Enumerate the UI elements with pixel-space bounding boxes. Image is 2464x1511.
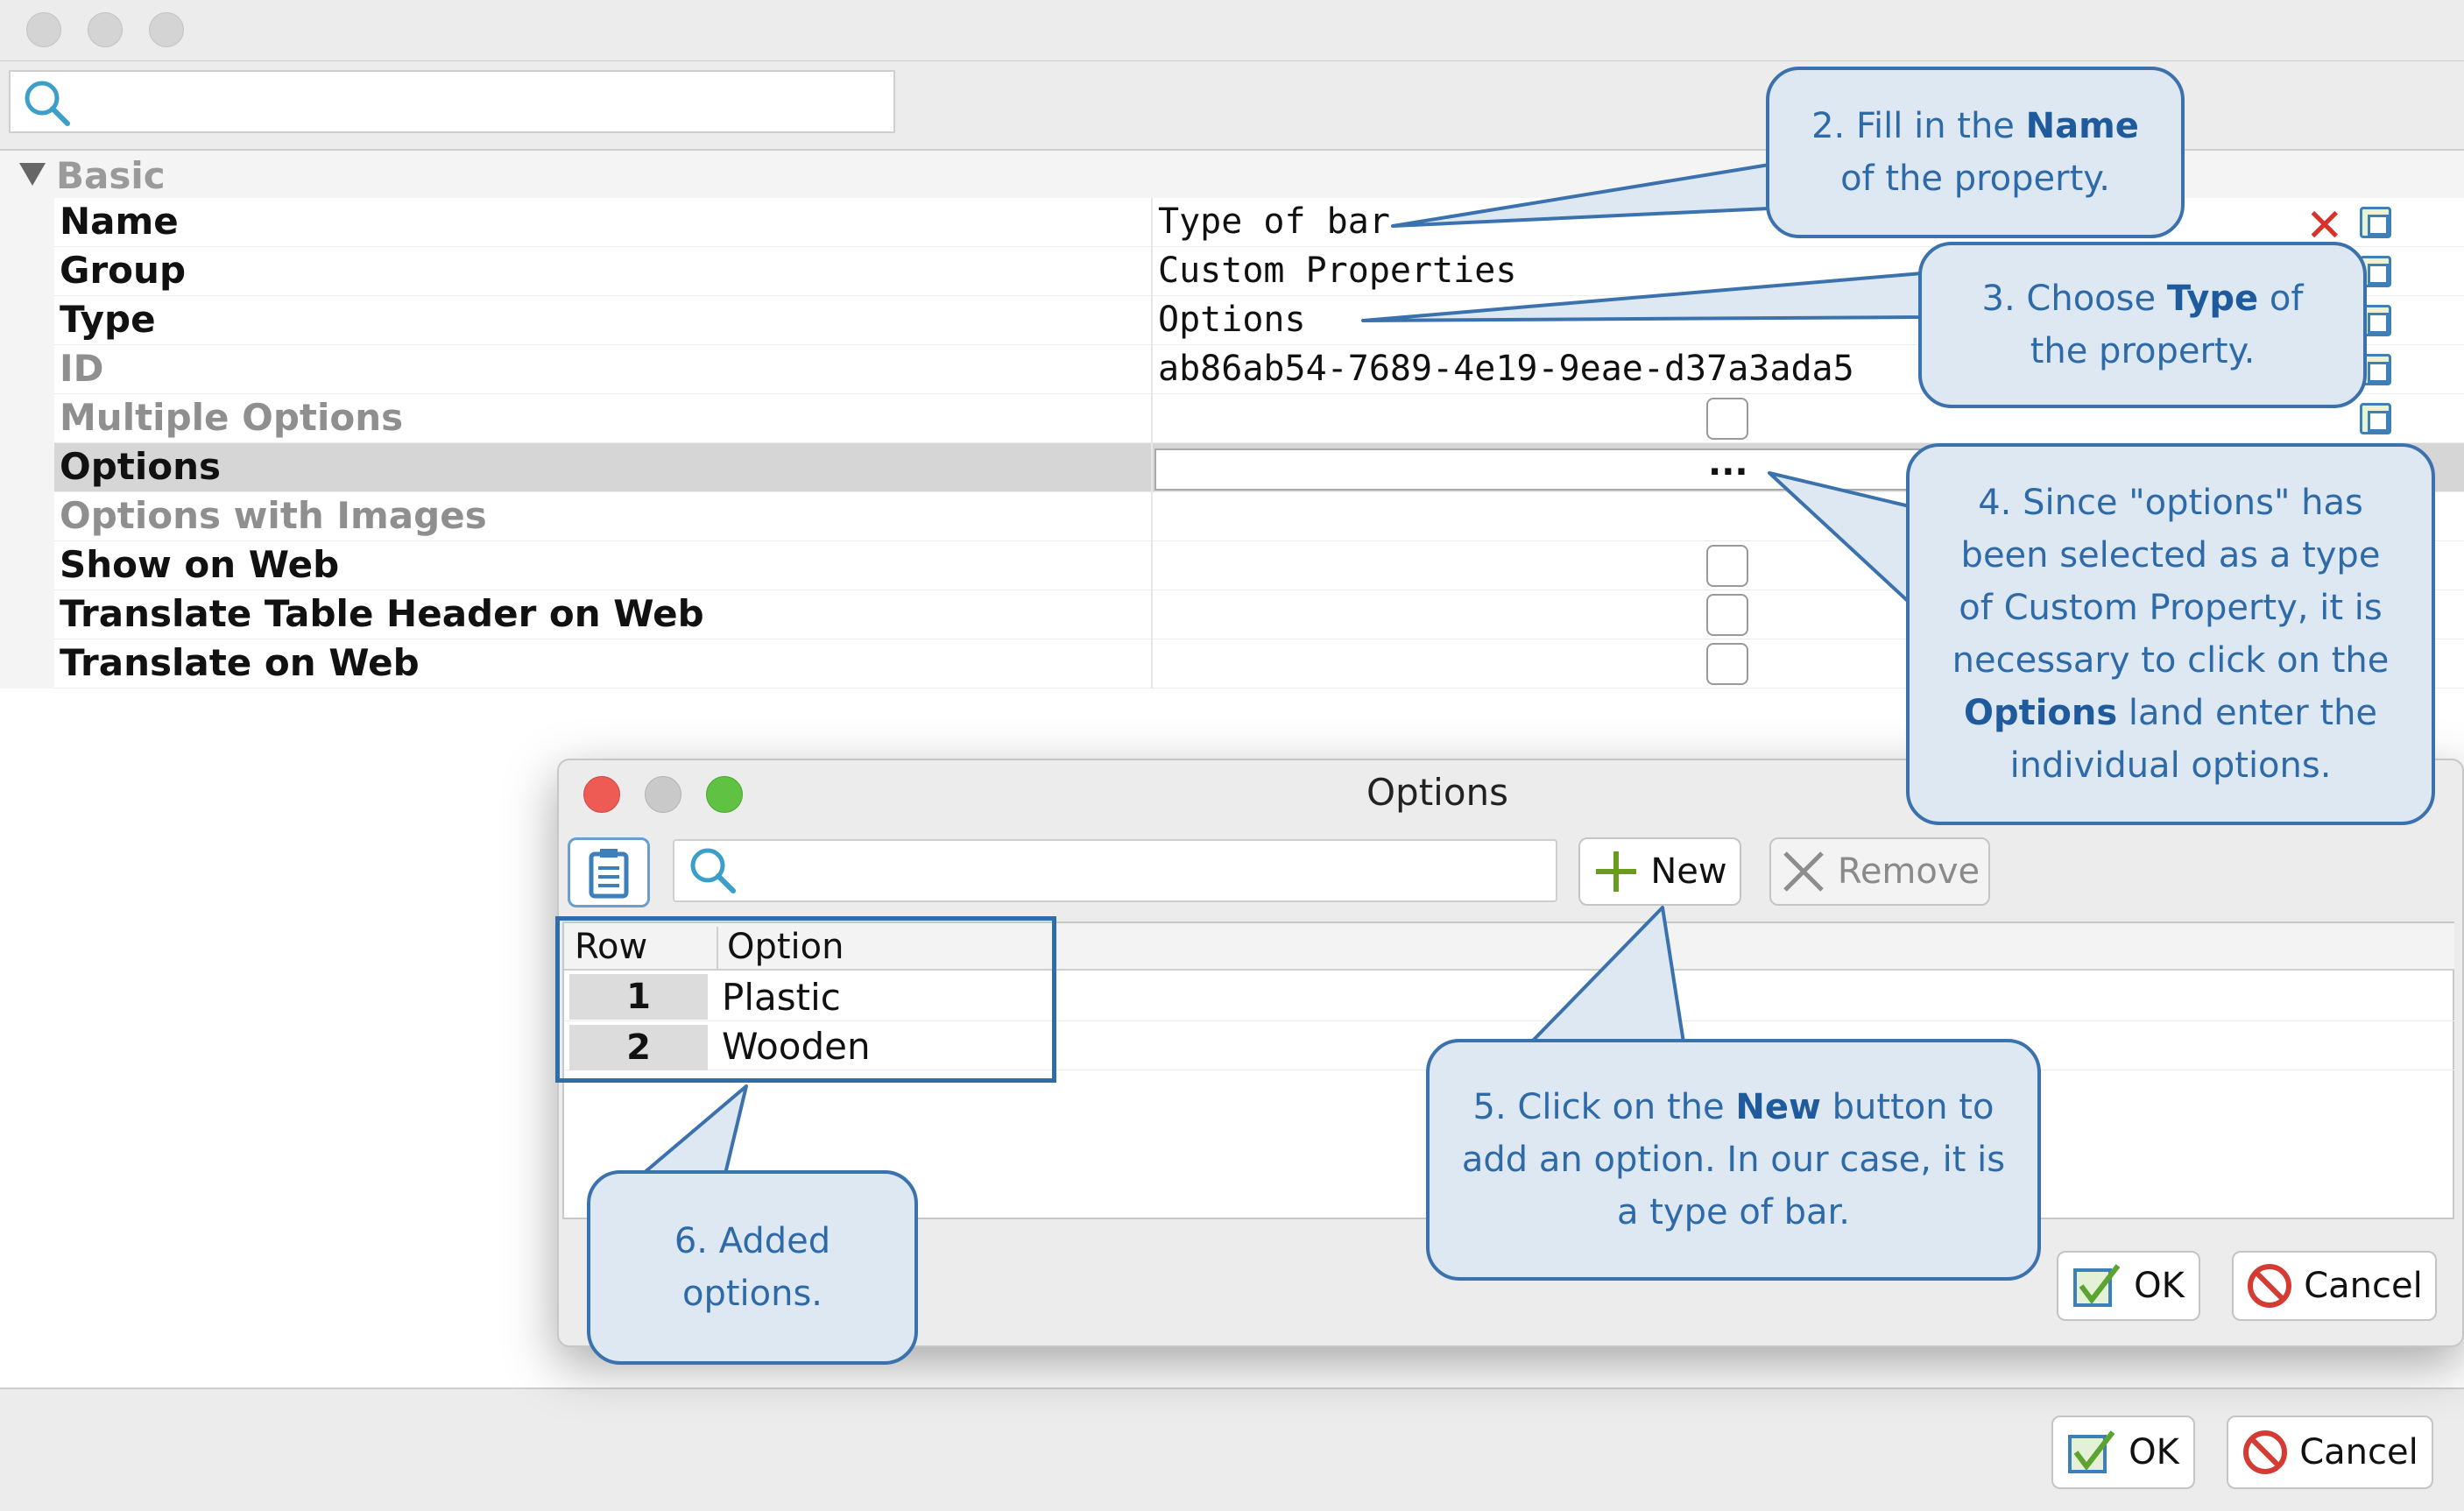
group-value-field[interactable]: Custom Properties <box>1158 251 1516 291</box>
property-label: Translate Table Header on Web <box>60 592 704 635</box>
dialog-close-button[interactable] <box>583 776 620 813</box>
cancel-label: Cancel <box>2299 1432 2418 1472</box>
callout-text: of <box>2258 279 2304 319</box>
search-icon <box>690 848 736 893</box>
export-clipboard-button[interactable] <box>568 837 650 907</box>
show-on-web-checkbox[interactable] <box>1706 545 1748 587</box>
ok-label: OK <box>2129 1432 2179 1472</box>
main-title-bar <box>0 0 2464 61</box>
cancel-icon <box>2243 1430 2288 1474</box>
minimize-window-button[interactable] <box>88 12 123 47</box>
dialog-search-input[interactable] <box>673 839 1557 902</box>
property-label: Options with Images <box>60 494 487 537</box>
dialog-zoom-button[interactable] <box>706 776 743 813</box>
callout-text: necessary to click on the <box>1952 640 2390 681</box>
column-divider <box>1151 198 1153 688</box>
property-label: Group <box>60 249 187 292</box>
dialog-ok-button[interactable]: OK <box>2057 1251 2200 1321</box>
added-options-highlight <box>555 916 1056 1083</box>
sheet-gutter <box>0 198 54 688</box>
options-value-field[interactable] <box>1154 448 1925 491</box>
name-value-field[interactable]: Type of bar <box>1158 201 1390 242</box>
options-ellipsis-button[interactable]: ... <box>1708 443 1748 484</box>
callout-added-options: 6. Added options. <box>587 1170 918 1365</box>
cancel-label: Cancel <box>2304 1266 2423 1306</box>
multiple-options-checkbox[interactable] <box>1706 398 1748 440</box>
property-label: Options <box>60 445 221 488</box>
property-search-input[interactable] <box>9 70 895 133</box>
callout-bold-text: Name <box>2025 106 2139 146</box>
clipboard-list-icon <box>589 849 629 899</box>
callout-text: 6. Added <box>674 1221 831 1261</box>
close-window-button[interactable] <box>26 12 61 47</box>
new-label: New <box>1650 851 1727 892</box>
cancel-icon <box>2248 1264 2292 1308</box>
main-ok-button[interactable]: OK <box>2051 1416 2195 1489</box>
callout-bold-text: New <box>1735 1087 1821 1127</box>
property-label: ID <box>60 347 104 390</box>
callout-text: individual options. <box>2009 745 2332 786</box>
dialog-title: Options <box>1366 771 1509 814</box>
plus-icon <box>1596 851 1637 892</box>
property-label: Translate on Web <box>60 641 420 684</box>
property-label: Multiple Options <box>60 396 404 439</box>
callout-text: 3. Choose <box>1981 279 2167 319</box>
callout-text: been selected as a type <box>1960 535 2381 575</box>
zoom-window-button[interactable] <box>149 12 184 47</box>
callout-text: of Custom Property, it is <box>1959 588 2383 628</box>
property-label: Name <box>60 200 179 243</box>
type-value-field[interactable]: Options <box>1158 300 1306 340</box>
disclosure-triangle-icon[interactable] <box>19 163 46 186</box>
callout-text: add an option. In our case, it is <box>1461 1140 2006 1180</box>
callout-text: a type of bar. <box>1617 1192 1850 1232</box>
dialog-minimize-button[interactable] <box>645 776 681 813</box>
callout-text: 4. Since "options" has <box>1978 483 2363 523</box>
remove-label: Remove <box>1837 851 1980 892</box>
ok-label: OK <box>2134 1266 2185 1306</box>
section-label: Basic <box>56 154 166 197</box>
new-option-button[interactable]: New <box>1578 837 1741 906</box>
callout-text: 2. Fill in the <box>1811 106 2026 146</box>
copy-icon[interactable] <box>2360 403 2391 434</box>
main-cancel-button[interactable]: Cancel <box>2227 1416 2433 1489</box>
copy-icon[interactable] <box>2360 207 2391 238</box>
callout-options-explanation: 4. Since "options" has been selected as … <box>1906 443 2435 825</box>
checkmark-icon <box>2073 1264 2121 1307</box>
remove-option-button[interactable]: Remove <box>1769 837 1990 906</box>
property-label: Type <box>60 298 156 341</box>
checkmark-icon <box>2068 1430 2115 1473</box>
callout-choose-type: 3. Choose Type of the property. <box>1918 242 2367 408</box>
remove-x-icon <box>1783 851 1824 892</box>
search-icon <box>25 81 70 126</box>
callout-text: options. <box>681 1274 823 1314</box>
callout-text: button to <box>1820 1087 1994 1127</box>
callout-bold-text: Type <box>2166 279 2259 319</box>
id-value-field: ab86ab54-7689-4e19-9eae-d37a3ada5 <box>1158 349 1854 389</box>
callout-text: the property. <box>2030 331 2256 371</box>
dialog-cancel-button[interactable]: Cancel <box>2232 1251 2437 1321</box>
property-label: Show on Web <box>60 543 340 586</box>
callout-text: of the property. <box>1840 159 2110 199</box>
callout-text: 5. Click on the <box>1472 1087 1736 1127</box>
callout-bold-text: Options <box>1963 693 2118 733</box>
translate-on-web-checkbox[interactable] <box>1706 643 1748 685</box>
callout-text: land enter the <box>2117 693 2378 733</box>
callout-fill-name: 2. Fill in the Name of the property. <box>1766 67 2185 238</box>
callout-click-new: 5. Click on the New button to add an opt… <box>1426 1039 2041 1281</box>
translate-table-header-checkbox[interactable] <box>1706 594 1748 636</box>
